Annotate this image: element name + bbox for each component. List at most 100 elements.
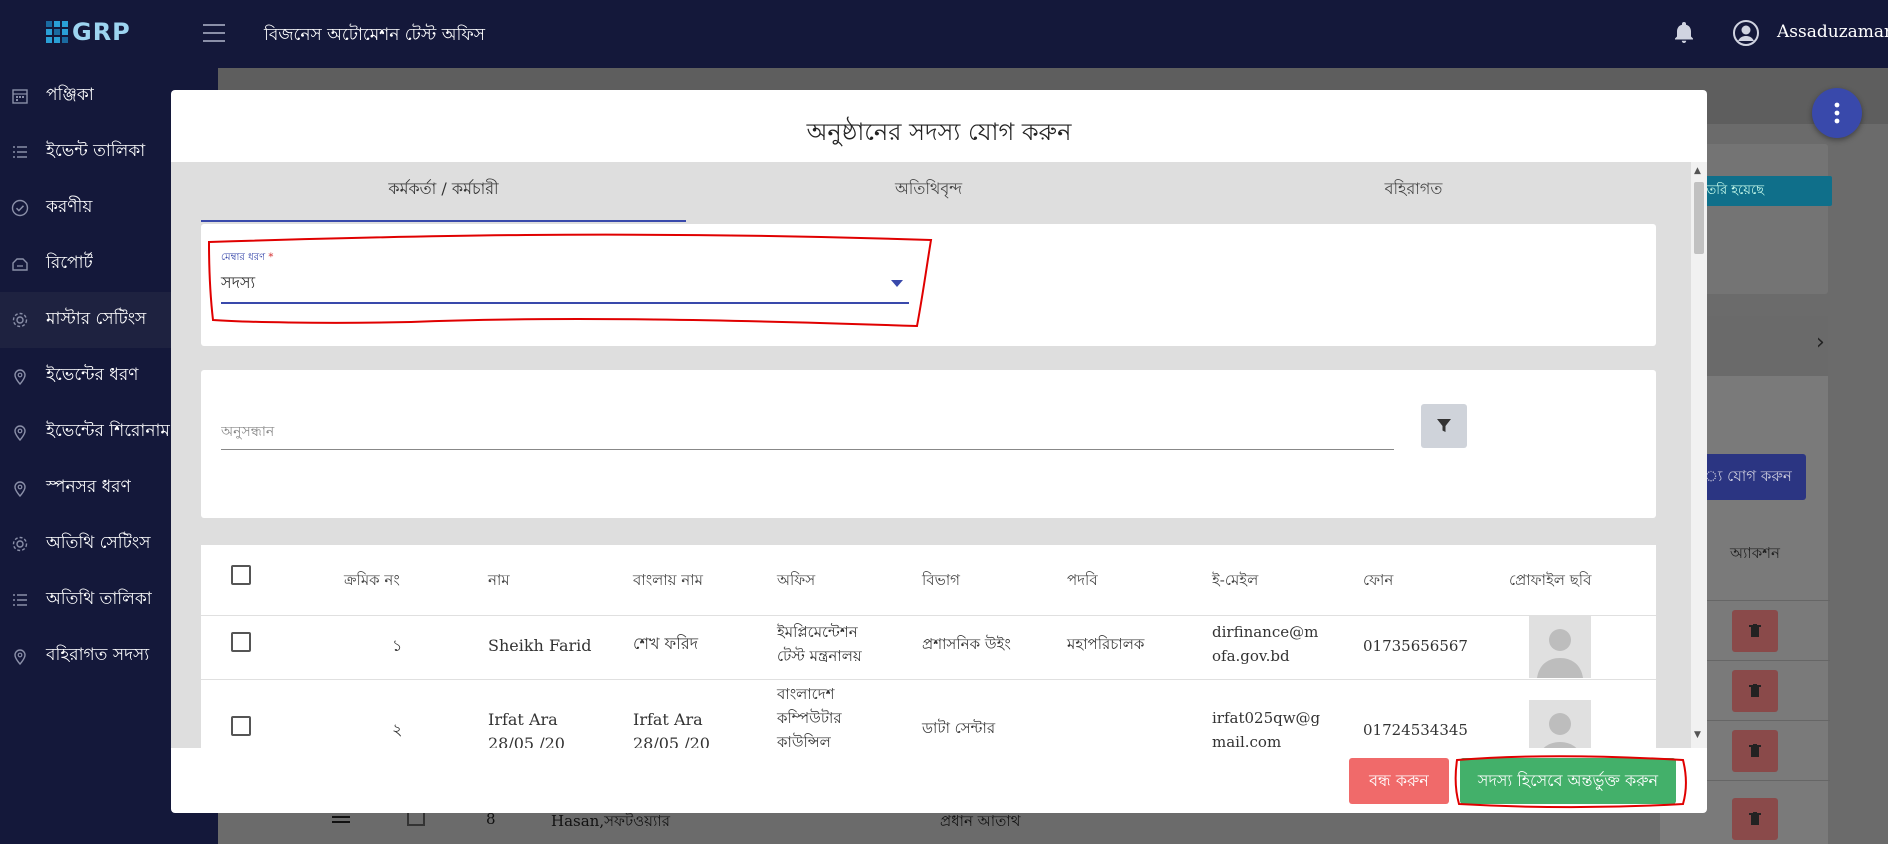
delete-button[interactable] [1732,798,1778,840]
column-header-phone[interactable]: ফোন [1363,545,1393,615]
top-header: GRP বিজনেস অটোমেশন টেস্ট অফিস Assaduzama… [0,0,1888,68]
user-avatar-icon[interactable] [1733,20,1759,50]
select-underline [221,302,909,304]
list-icon [10,590,30,610]
gear-icon [10,310,30,330]
delete-button[interactable] [1732,670,1778,712]
column-header-name[interactable]: নাম [488,545,510,615]
row-checkbox[interactable] [231,632,251,652]
employee-table: ক্রমিক নং নাম বাংলায় নাম অফিস বিভাগ পদব… [201,545,1656,748]
location-pin-icon [10,478,30,498]
location-pin-icon [10,366,30,386]
tab-external[interactable]: বহিরাগত [1171,162,1656,222]
notification-bell-icon[interactable] [1674,22,1694,48]
cell-email: irfat025qw@gmail.com [1212,709,1321,748]
tab-officers-employees[interactable]: কর্মকর্তা / কর্মচারী [201,162,686,222]
sidebar-item-label: স্পনসর ধরণ [46,477,131,497]
cell-name: Irfat Ara 28/05 /20 [488,710,565,748]
scroll-down-icon[interactable]: ▼ [1694,730,1701,740]
column-header-serial[interactable]: ক্রমিক নং [344,545,400,615]
sidebar-item-label: করণীয় [46,197,93,217]
sidebar-item-label: ইভেন্টের ধরণ [46,365,139,385]
column-header-department[interactable]: বিভাগ [922,545,960,615]
search-card [201,370,1656,518]
logo-mark-icon [46,21,68,43]
table-row[interactable]: ১ Sheikh Farid শেখ ফরিদ ইমপ্লিমেন্টেশন ট… [201,615,1656,679]
scrollbar-thumb[interactable] [1694,182,1704,254]
office-title: বিজনেস অটোমেশন টেস্ট অফিস [264,25,486,45]
member-type-label: মেম্বার ধরণ * [221,252,274,263]
check-circle-icon [10,198,30,218]
grp-logo[interactable]: GRP [46,18,131,46]
list-icon [10,142,30,162]
cell-office: বাংলাদেশ কম্পিউটার কাউন্সিল [777,685,842,748]
dropdown-arrow-icon[interactable] [891,280,903,287]
more-options-button[interactable] [1812,88,1862,138]
location-pin-icon [10,646,30,666]
profile-avatar-icon [1529,616,1591,678]
more-vertical-icon [1834,102,1840,124]
cell-name-bn: Irfat Ara 28/05 /20 [633,710,710,748]
dialog-scrollbar[interactable]: ▲ ▼ [1691,162,1707,748]
filter-icon [1437,419,1451,432]
add-as-member-button[interactable]: সদস্য হিসেবে অন্তর্ভুক্ত করুন [1460,758,1676,804]
cell-office: ইমপ্লিমেন্টেশন টেস্ট মন্ত্রনালয় [777,623,862,665]
cell-phone: 01724534345 [1363,721,1468,739]
report-icon [10,254,30,274]
dialog-body: কর্মকর্তা / কর্মচারী অতিথিবৃন্দ বহিরাগত … [171,162,1691,748]
menu-toggle-icon[interactable] [203,24,225,42]
member-type-select[interactable]: সদস্য [221,270,255,297]
sidebar-item-label: মাস্টার সেটিংস [46,309,147,329]
column-header-name-bn[interactable]: বাংলায় নাম [633,545,703,615]
sidebar-item-label: অতিথি সেটিংস [46,533,151,553]
search-input[interactable] [221,414,1394,450]
sidebar-item-label: পঞ্জিকা [46,85,94,105]
trash-icon [1749,812,1761,825]
column-header-email[interactable]: ই-মেইল [1212,545,1258,615]
background-action-header: অ্যাকশন [1730,544,1781,562]
sidebar-item-label: ইভেন্টের শিরোনাম [46,421,170,441]
chevron-right-icon[interactable]: › [1816,330,1825,355]
username[interactable]: Assaduzaman [1777,22,1888,42]
cell-email: dirfinance@mofa.gov.bd [1212,623,1319,665]
table-row[interactable]: ২ Irfat Ara 28/05 /20 Irfat Ara 28/05 /2… [201,679,1656,748]
profile-avatar-icon [1529,700,1591,748]
delete-button[interactable] [1732,730,1778,772]
cell-name: Sheikh Farid [488,636,592,655]
column-header-profile-photo: প্রোফাইল ছবি [1509,571,1592,589]
cell-serial: ১ [392,636,403,655]
calendar-icon [10,86,30,106]
trash-icon [1749,744,1761,757]
select-all-checkbox[interactable] [231,565,251,585]
logo-text: GRP [72,18,131,46]
tab-guests[interactable]: অতিথিবৃন্দ [686,162,1171,222]
cell-department: ডাটা সেন্টার [922,719,996,737]
cell-name-bn: শেখ ফরিদ [633,634,699,653]
filter-button[interactable] [1421,404,1467,448]
row-checkbox[interactable] [231,716,251,736]
sidebar-item-label: বহিরাগত সদস্য [46,645,150,665]
scroll-up-icon[interactable]: ▲ [1694,166,1701,176]
cell-department: প্রশাসনিক উইং [922,635,1011,653]
red-highlight-annotation [207,233,933,328]
member-category-tabs: কর্মকর্তা / কর্মচারী অতিথিবৃন্দ বহিরাগত [201,162,1656,222]
cell-phone: 01735656567 [1363,637,1468,655]
sidebar-item-label: অতিথি তালিকা [46,589,152,609]
add-member-dialog: অনুষ্ঠানের সদস্য যোগ করুন কর্মকর্তা / কর… [171,90,1707,813]
sidebar-item-label: ইভেন্ট তালিকা [46,141,146,161]
close-button[interactable]: বন্ধ করুন [1349,758,1449,804]
location-pin-icon [10,422,30,442]
delete-button[interactable] [1732,610,1778,652]
trash-icon [1749,684,1761,697]
gear-icon [10,534,30,554]
cell-designation: মহাপরিচালক [1067,635,1145,653]
background-row-name: Hasan,সফটওয়্যার [551,812,670,830]
member-type-card: মেম্বার ধরণ * সদস্য [201,224,1656,346]
sidebar-item-label: রিপোর্ট [46,253,93,273]
background-row-designation: প্রধান আতাথ [940,812,1021,830]
trash-icon [1749,624,1761,637]
background-add-button[interactable]: ্য যোগ করুন [1694,454,1806,500]
column-header-designation[interactable]: পদবি [1067,545,1098,615]
cell-serial: ২ [392,720,403,739]
column-header-office[interactable]: অফিস [777,545,815,615]
